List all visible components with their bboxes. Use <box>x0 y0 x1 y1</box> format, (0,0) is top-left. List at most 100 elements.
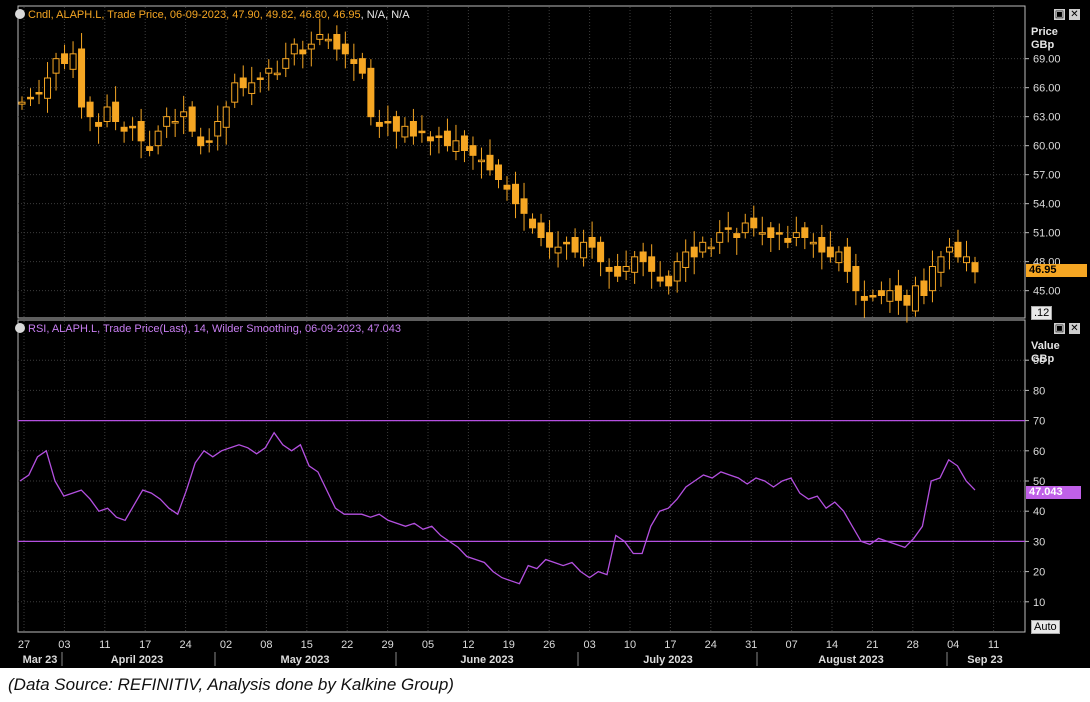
candle-body <box>665 275 673 287</box>
candle-body <box>809 241 817 245</box>
candle-body <box>554 246 562 254</box>
candle-body <box>231 82 239 103</box>
candle-body <box>877 290 885 296</box>
candle-body <box>903 295 911 306</box>
candle-body <box>103 106 111 122</box>
x-day-tick-label: 24 <box>705 639 717 651</box>
candle-body <box>273 72 281 76</box>
candle-body <box>307 43 315 50</box>
rsi-ytick-label: 80 <box>1033 385 1045 397</box>
rsi-ytick-label: 10 <box>1033 597 1045 609</box>
rsi-ytick-label: 60 <box>1033 446 1045 458</box>
x-day-tick-label: 11 <box>988 639 999 651</box>
x-day-tick-label: 17 <box>139 639 151 651</box>
candle-body <box>792 232 800 239</box>
candle-body <box>920 280 928 296</box>
x-month-label: April 2023 <box>111 654 164 666</box>
x-day-tick-label: 04 <box>947 639 959 651</box>
candle-body <box>716 232 724 243</box>
price-plot-border <box>17 5 1026 319</box>
price-pin-icon[interactable] <box>15 9 25 19</box>
candle-body <box>163 116 171 127</box>
candle-body <box>350 59 358 65</box>
price-maximize-icon[interactable]: ▣ <box>1054 9 1065 20</box>
candle-body <box>95 121 103 127</box>
candle-body <box>401 125 409 138</box>
candle-body <box>869 295 877 298</box>
candle-body <box>758 232 766 235</box>
candle-body <box>648 256 656 272</box>
x-day-tick-label: 21 <box>866 639 878 651</box>
candle-body <box>265 67 273 74</box>
price-panel-header: Cndl, ALAPH.L, Trade Price, 06-09-2023, … <box>28 9 410 21</box>
x-month-label: May 2023 <box>281 654 330 666</box>
rsi-plot-border <box>17 319 1026 633</box>
candle-body <box>44 77 52 99</box>
price-ytick-label: 51.00 <box>1033 228 1061 240</box>
rsi-axis-title: Value GBp <box>1031 340 1060 366</box>
price-axis-title-line2: GBp <box>1031 39 1055 51</box>
x-day-tick-label: 26 <box>543 639 555 651</box>
candle-body <box>180 111 188 118</box>
rsi-close-icon[interactable]: ✕ <box>1069 323 1080 334</box>
candle-body <box>537 222 545 238</box>
candle-body <box>597 241 605 263</box>
x-month-label: Sep 23 <box>967 654 1002 666</box>
candle-body <box>18 101 26 105</box>
rsi-ytick-label: 30 <box>1033 536 1045 548</box>
rsi-pin-icon[interactable] <box>15 323 25 333</box>
candle-body <box>120 126 128 132</box>
candle-body <box>512 183 520 205</box>
candle-body <box>392 116 400 132</box>
candle-body <box>529 218 537 229</box>
candle-body <box>775 232 783 235</box>
candle-body <box>341 43 349 55</box>
candle-body <box>614 266 622 277</box>
candle-body <box>750 217 758 229</box>
x-day-tick-label: 03 <box>583 639 595 651</box>
candle-body <box>639 251 647 263</box>
auto-scale-button[interactable]: Auto <box>1031 620 1060 634</box>
candle-body <box>443 130 451 147</box>
candle-body <box>571 237 579 253</box>
candle-body <box>197 136 205 147</box>
x-day-tick-label: 19 <box>503 639 515 651</box>
candle-body <box>588 237 596 248</box>
rsi-maximize-icon[interactable]: ▣ <box>1054 323 1065 334</box>
candle-body <box>146 146 154 151</box>
rsi-ytick-label: 40 <box>1033 506 1045 518</box>
price-corner-box[interactable]: .12 <box>1031 306 1053 320</box>
price-close-icon[interactable]: ✕ <box>1069 9 1080 20</box>
candle-body <box>563 241 571 245</box>
rsi-axis-title-line1: Value <box>1031 340 1060 352</box>
x-day-tick-label: 14 <box>826 639 838 651</box>
rsi-last-value-tag: 47.043 <box>1026 486 1081 499</box>
candle-body <box>656 276 664 282</box>
candle-body <box>452 140 460 152</box>
candle-body <box>477 159 485 163</box>
candle-body <box>35 92 43 95</box>
x-day-tick-label: 10 <box>624 639 636 651</box>
candle-body <box>409 121 417 137</box>
source-note: (Data Source: REFINITIV, Analysis done b… <box>8 675 454 694</box>
x-day-tick-label: 11 <box>99 639 110 651</box>
candle-body <box>299 49 307 55</box>
candle-body <box>886 290 894 302</box>
rsi-panel-header: RSI, ALAPH.L, Trade Price(Last), 14, Wil… <box>28 323 401 335</box>
price-ytick-label: 60.00 <box>1033 141 1061 153</box>
candle-body <box>239 77 247 89</box>
x-day-tick-label: 03 <box>58 639 70 651</box>
x-month-label: August 2023 <box>818 654 883 666</box>
candle-body <box>580 241 588 259</box>
candle-body <box>843 246 851 272</box>
price-axis-title: Price GBp <box>1031 26 1058 52</box>
candle-body <box>290 43 298 55</box>
x-day-tick-label: 17 <box>664 639 676 651</box>
candle-body <box>86 101 94 118</box>
x-month-label: July 2023 <box>643 654 693 666</box>
candle-body <box>937 256 945 273</box>
candle-body <box>69 53 77 70</box>
candle-body <box>282 58 290 69</box>
candle-body <box>682 251 690 268</box>
candle-body <box>358 58 366 74</box>
